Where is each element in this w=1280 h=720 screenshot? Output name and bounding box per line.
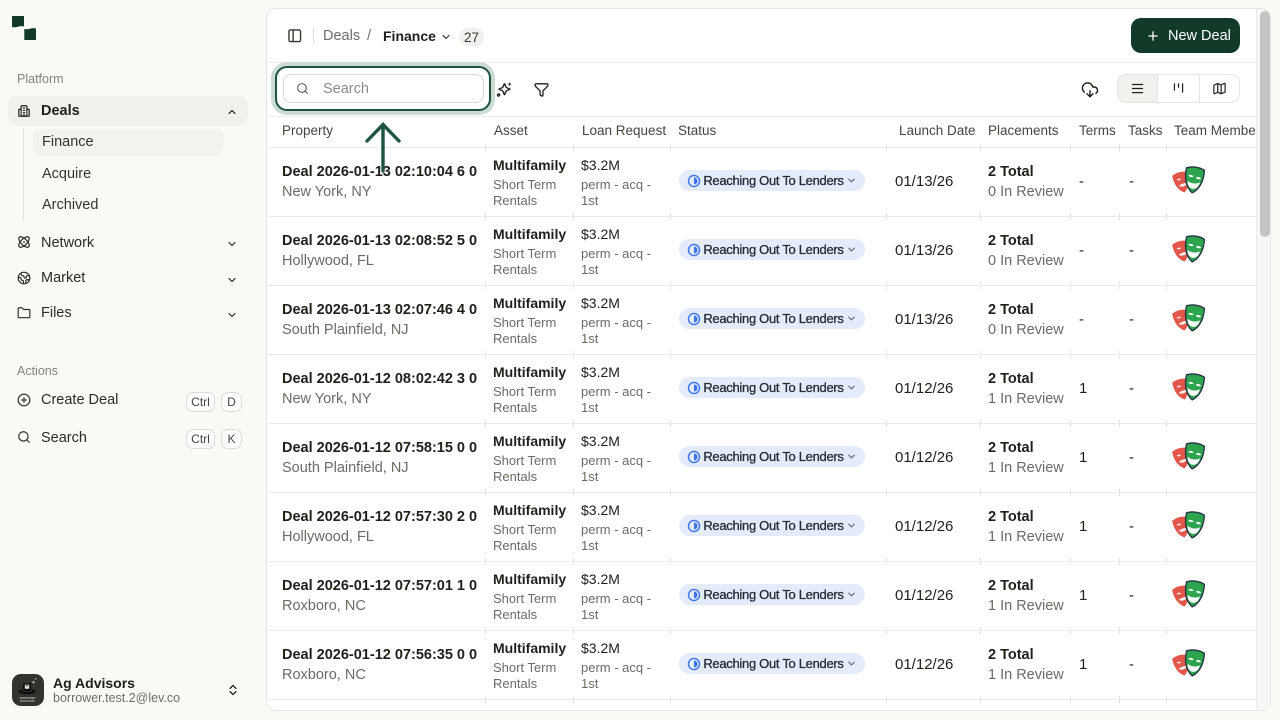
svg-text:MAGICIANS: MAGICIANS	[20, 699, 35, 703]
